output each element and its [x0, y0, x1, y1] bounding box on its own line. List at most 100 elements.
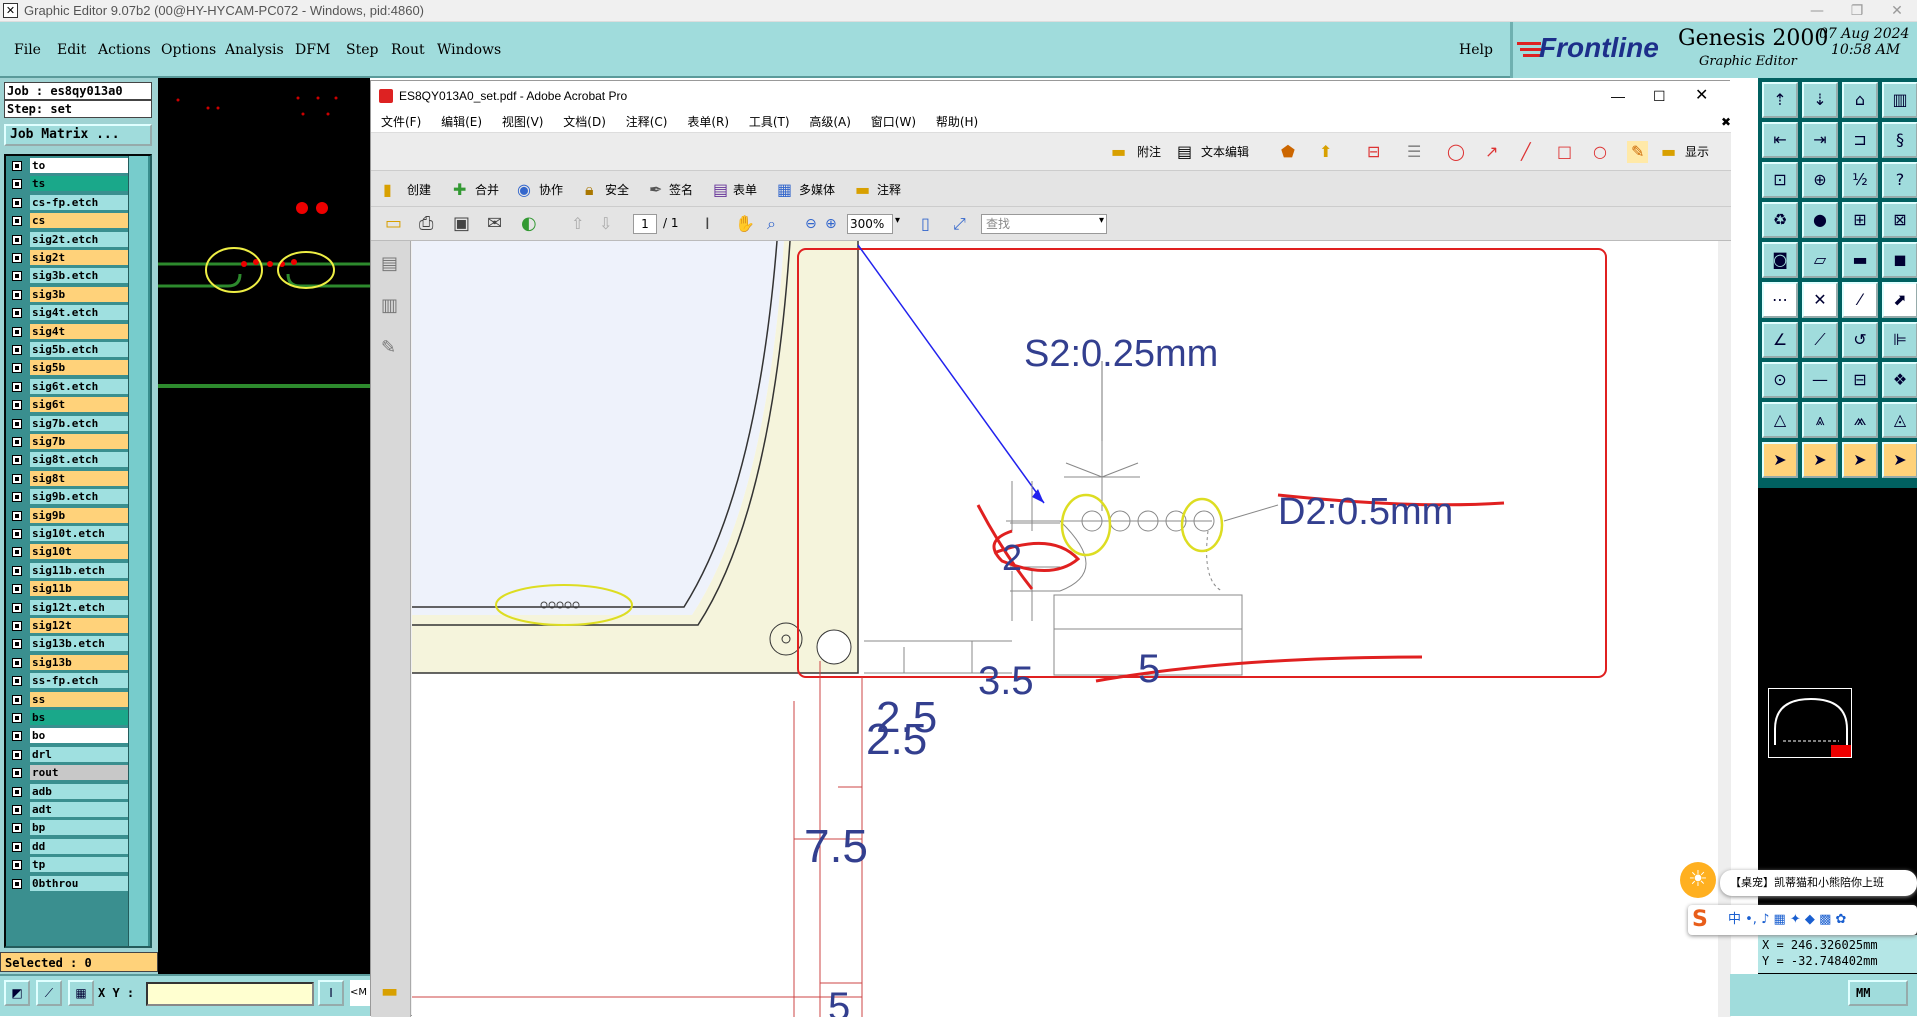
email-icon[interactable]: ✉ — [487, 213, 502, 235]
fit-width-icon[interactable]: ⤢ — [953, 213, 966, 235]
layer-checkbox[interactable] — [12, 326, 22, 337]
minimize-button[interactable]: — — [1797, 0, 1837, 22]
xy-input[interactable] — [146, 982, 314, 1006]
layer-name[interactable]: sig9b — [30, 507, 132, 523]
layer-checkbox[interactable] — [12, 289, 22, 300]
tool-button-icon[interactable]: ? — [1882, 162, 1917, 198]
menu-help[interactable]: Help — [1459, 42, 1493, 58]
layer-row[interactable]: sig7b.etch — [10, 415, 132, 432]
layer-name[interactable]: sig10t — [30, 544, 132, 560]
layer-name[interactable]: sig8t — [30, 470, 132, 486]
tool-button-icon[interactable]: ⊫ — [1882, 322, 1917, 358]
multimedia-icon[interactable]: ▦ — [777, 179, 792, 201]
menu-options[interactable]: Options — [161, 42, 216, 58]
layer-row[interactable]: sig10t.etch — [10, 526, 132, 542]
comments-pane-icon[interactable]: ▬ — [381, 981, 398, 1002]
layer-checkbox[interactable] — [12, 216, 22, 227]
tool-button-icon[interactable]: ▥ — [1882, 82, 1917, 118]
tool-button-icon[interactable]: ➤ — [1802, 442, 1838, 478]
tool-button-icon[interactable]: △ — [1762, 402, 1798, 438]
layer-checkbox[interactable] — [12, 547, 22, 558]
layer-checkbox[interactable] — [12, 473, 22, 484]
layer-name[interactable]: to — [30, 158, 132, 173]
tool-button-icon[interactable]: ⊠ — [1882, 202, 1917, 238]
pdf-document-view[interactable]: S2:0.25mm D2:0.5mm 2 5 3.5 2.5 2.5 7.5 5 — [412, 241, 1718, 1017]
layer-name[interactable]: bs — [30, 710, 132, 725]
layer-row[interactable]: sig6t — [10, 397, 132, 413]
sogou-icon[interactable]: S — [1692, 908, 1718, 932]
layer-row[interactable]: sig4t.etch — [10, 305, 132, 321]
layer-row[interactable]: to — [10, 158, 132, 174]
layer-row[interactable]: 0bthrou — [10, 875, 132, 892]
layer-name[interactable]: sig12t.etch — [30, 599, 132, 615]
layer-name[interactable]: sig12t — [30, 618, 132, 633]
tool-button-icon[interactable]: ⌂ — [1842, 82, 1878, 118]
layer-checkbox[interactable] — [12, 363, 22, 374]
acrobat-minimize-button[interactable]: — — [1611, 81, 1625, 111]
menu-actions[interactable]: Actions — [98, 42, 151, 58]
show-icon[interactable]: ▬ — [1661, 141, 1676, 163]
ac-menu-window[interactable]: 窗口(W) — [871, 115, 916, 129]
layer-name[interactable]: sig6t — [30, 397, 132, 413]
layer-row[interactable]: tp — [10, 857, 132, 873]
doc-close-icon[interactable]: ✖ — [1721, 111, 1731, 133]
layer-row[interactable]: sig12t — [10, 618, 132, 634]
layer-checkbox[interactable] — [12, 731, 22, 742]
ac-menu-view[interactable]: 视图(V) — [502, 115, 544, 129]
zoom-in-icon[interactable]: ⊕ — [825, 213, 837, 235]
layer-checkbox[interactable] — [12, 418, 22, 429]
tool-button-icon[interactable]: § — [1882, 122, 1917, 158]
layer-name[interactable]: sig10t.etch — [30, 526, 132, 541]
layer-name[interactable]: sig4t.etch — [30, 305, 132, 321]
tool-button-icon[interactable]: ∠ — [1762, 322, 1798, 358]
signatures-icon[interactable]: ✎ — [381, 337, 396, 358]
layer-row[interactable]: sig3b.etch — [10, 268, 132, 284]
save-icon[interactable]: ▣ — [453, 213, 470, 235]
layer-checkbox[interactable] — [12, 786, 22, 797]
task-combine[interactable]: 合并 — [475, 179, 499, 201]
layer-name[interactable]: sig8t.etch — [30, 452, 132, 468]
layer-row[interactable]: bo — [10, 728, 132, 744]
layer-checkbox[interactable] — [12, 768, 22, 779]
layer-checkbox[interactable] — [12, 584, 22, 595]
layer-name[interactable]: drl — [30, 746, 132, 762]
layer-name[interactable]: ss-fp.etch — [30, 673, 132, 689]
menu-windows[interactable]: Windows — [437, 42, 501, 58]
pencil-icon[interactable]: ✎ — [1627, 141, 1649, 163]
tool-button-icon[interactable]: ⇣ — [1802, 82, 1838, 118]
task-sign[interactable]: 签名 — [669, 179, 693, 201]
next-page-icon[interactable]: ⇩ — [599, 213, 612, 235]
layer-row[interactable]: sig10t — [10, 544, 132, 560]
tool-button-icon[interactable]: ➤ — [1842, 442, 1878, 478]
layer-name[interactable]: bo — [30, 728, 132, 744]
job-matrix-button[interactable]: Job Matrix ... — [4, 124, 152, 146]
layer-checkbox[interactable] — [12, 713, 22, 723]
tool-button-icon[interactable]: ⊟ — [1842, 362, 1878, 398]
zoom-out-icon[interactable]: ⊖ — [805, 213, 817, 235]
layer-name[interactable]: sig5b — [30, 360, 132, 376]
prev-page-icon[interactable]: ⇧ — [571, 213, 584, 235]
layer-checkbox[interactable] — [12, 308, 22, 319]
tool-button-icon[interactable]: ⇡ — [1762, 82, 1798, 118]
tool-button-icon[interactable]: ⊕ — [1802, 162, 1838, 198]
layer-row[interactable]: sig11b — [10, 581, 132, 597]
layer-row[interactable]: drl — [10, 746, 132, 763]
layer-scrollbar[interactable] — [128, 156, 148, 946]
layer-row[interactable]: sig2t — [10, 250, 132, 266]
layer-row[interactable]: sig7b — [10, 434, 132, 450]
menu-rout[interactable]: Rout — [391, 42, 425, 58]
acrobat-close-button[interactable]: ✕ — [1695, 81, 1708, 111]
layer-row[interactable]: sig11b.etch — [10, 562, 132, 579]
layer-checkbox[interactable] — [12, 529, 22, 539]
layer-checkbox[interactable] — [12, 510, 22, 521]
layer-checkbox[interactable] — [12, 345, 22, 355]
layer-row[interactable]: sig5b — [10, 360, 132, 376]
menu-dfm[interactable]: DFM — [295, 42, 330, 58]
menu-file[interactable]: File — [14, 42, 41, 58]
grid-tool-icon[interactable]: ▦ — [68, 980, 94, 1006]
oval-icon[interactable]: ○ — [1593, 141, 1607, 163]
bookmarks-icon[interactable]: ▥ — [381, 295, 398, 316]
layer-checkbox[interactable] — [12, 271, 22, 282]
stamp-icon[interactable]: ⬟ — [1281, 141, 1295, 163]
layer-checkbox[interactable] — [12, 841, 22, 852]
